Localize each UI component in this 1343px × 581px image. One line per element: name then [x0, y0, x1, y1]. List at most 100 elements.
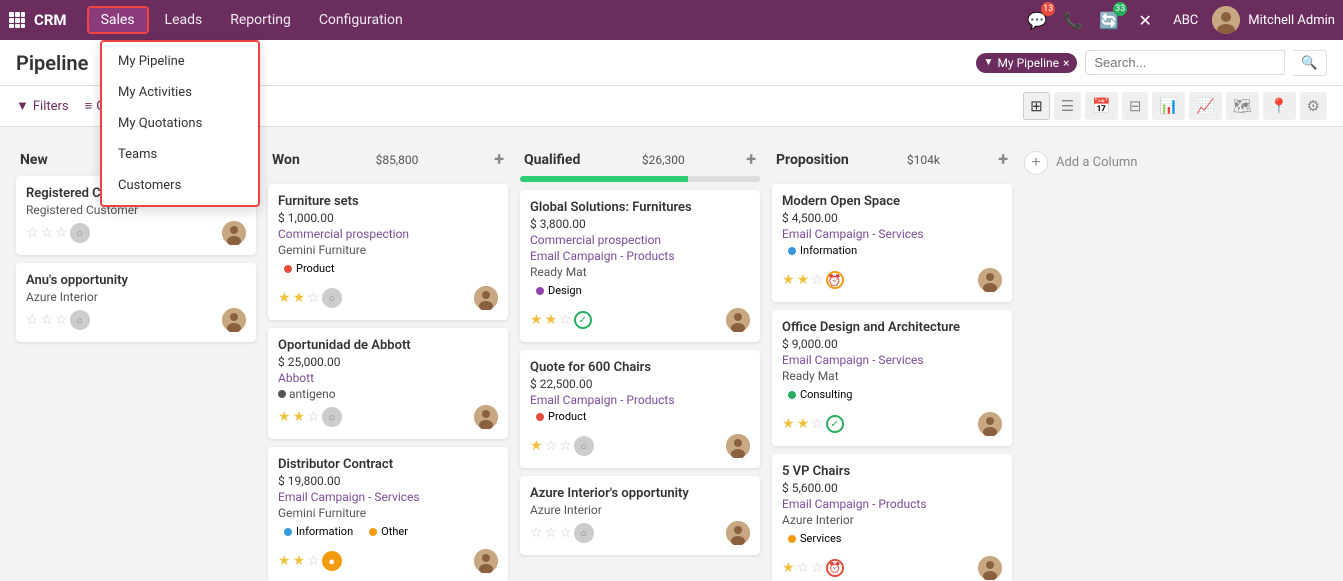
card-footer: ★ ★ ☆ ⏰ — [782, 268, 1002, 292]
column-add-qualified[interactable]: + — [746, 149, 756, 170]
card-tags: Information Other — [278, 524, 498, 545]
star-2[interactable]: ☆ — [545, 438, 558, 454]
search-input[interactable] — [1085, 50, 1285, 75]
card-sub1[interactable]: Email Campaign - Services — [278, 490, 498, 504]
star-3[interactable]: ☆ — [307, 290, 320, 306]
list-view-button[interactable]: ☰ — [1054, 92, 1081, 120]
star-3[interactable]: ☆ — [811, 272, 824, 288]
column-header-won: Won $85,800 + — [268, 143, 508, 176]
star-rating: ★ ★ ☆ ✓ — [782, 415, 844, 433]
star-1[interactable]: ★ — [782, 560, 795, 576]
star-3[interactable]: ☆ — [307, 553, 320, 569]
close-button[interactable]: ✕ — [1131, 6, 1159, 34]
star-2[interactable]: ☆ — [545, 525, 558, 541]
search-button[interactable]: 🔍 — [1293, 50, 1327, 76]
star-2[interactable]: ★ — [293, 290, 306, 306]
filters-button[interactable]: ▼ Filters — [16, 98, 69, 114]
pin-view-button[interactable]: 📍 — [1263, 92, 1296, 120]
star-2[interactable]: ★ — [797, 416, 810, 432]
column-add-proposition[interactable]: + — [998, 149, 1008, 170]
card-sub1[interactable]: Email Campaign - Products — [530, 393, 750, 407]
card-sub1[interactable]: Email Campaign - Services — [782, 227, 1002, 241]
star-1[interactable]: ★ — [278, 409, 291, 425]
star-3[interactable]: ☆ — [307, 409, 320, 425]
close-icon: ✕ — [1139, 11, 1152, 30]
dropdown-item-customers[interactable]: Customers — [102, 170, 258, 201]
card-sub1[interactable]: Commercial prospection — [278, 227, 498, 241]
settings-view-button[interactable]: ⚙ — [1300, 92, 1327, 120]
user-avatar[interactable] — [1212, 6, 1240, 34]
filter-funnel-icon: ▼ — [984, 57, 994, 68]
star-1[interactable]: ★ — [530, 438, 543, 454]
card-furniture-sets[interactable]: Furniture sets $ 1,000.00 Commercial pro… — [268, 184, 508, 320]
abc-button[interactable]: ABC — [1167, 11, 1204, 30]
star-2[interactable]: ☆ — [41, 312, 54, 328]
star-3[interactable]: ☆ — [559, 312, 572, 328]
star-2[interactable]: ★ — [293, 553, 306, 569]
nav-item-leads[interactable]: Leads — [153, 8, 215, 32]
phone-button[interactable]: 📞 — [1059, 6, 1087, 34]
card-sub1[interactable]: Email Campaign - Services — [782, 353, 1002, 367]
star-2[interactable]: ★ — [797, 272, 810, 288]
app-grid-icon[interactable] — [8, 11, 26, 29]
nav-item-sales[interactable]: Sales — [87, 6, 149, 34]
card-amount: $ 4,500.00 — [782, 211, 1002, 225]
card-distributor-contract[interactable]: Distributor Contract $ 19,800.00 Email C… — [268, 447, 508, 581]
kanban-view-button[interactable]: ⊞ — [1023, 92, 1050, 120]
bar-chart-view-button[interactable]: 📊 — [1152, 92, 1185, 120]
notifications-button[interactable]: 💬 13 — [1023, 6, 1051, 34]
filter-tag-close[interactable]: × — [1063, 56, 1069, 70]
star-1[interactable]: ★ — [782, 272, 795, 288]
star-1[interactable]: ☆ — [26, 225, 39, 241]
activities-button[interactable]: 🔄 33 — [1095, 6, 1123, 34]
card-title: Oportunidad de Abbott — [278, 338, 498, 353]
map-view-button[interactable]: 🗺 — [1226, 92, 1259, 120]
star-1[interactable]: ☆ — [530, 525, 543, 541]
card-title: Global Solutions: Furnitures — [530, 200, 750, 215]
star-2[interactable]: ★ — [293, 409, 306, 425]
star-rating: ☆ ☆ ☆ ○ — [26, 223, 90, 243]
add-column-label[interactable]: Add a Column — [1056, 151, 1137, 170]
dropdown-item-my-quotations[interactable]: My Quotations — [102, 108, 258, 139]
dropdown-item-my-activities[interactable]: My Activities — [102, 77, 258, 108]
add-column-button[interactable]: + — [1024, 151, 1048, 175]
star-1[interactable]: ☆ — [26, 312, 39, 328]
dropdown-item-teams[interactable]: Teams — [102, 139, 258, 170]
star-1[interactable]: ★ — [530, 312, 543, 328]
card-global-solutions[interactable]: Global Solutions: Furnitures $ 3,800.00 … — [520, 190, 760, 342]
line-chart-view-button[interactable]: 📈 — [1189, 92, 1222, 120]
card-avatar — [978, 556, 1002, 580]
table-view-button[interactable]: ⊟ — [1122, 92, 1149, 120]
card-sub2[interactable]: Email Campaign - Products — [530, 249, 750, 263]
star-1[interactable]: ★ — [782, 416, 795, 432]
calendar-view-button[interactable]: 📅 — [1085, 92, 1118, 120]
card-quote-600-chairs[interactable]: Quote for 600 Chairs $ 22,500.00 Email C… — [520, 350, 760, 468]
nav-item-reporting[interactable]: Reporting — [218, 8, 303, 32]
star-2[interactable]: ★ — [545, 312, 558, 328]
tag-dot — [788, 247, 796, 255]
star-3[interactable]: ☆ — [55, 312, 68, 328]
star-3[interactable]: ☆ — [811, 560, 824, 576]
card-oportunidad-abbott[interactable]: Oportunidad de Abbott $ 25,000.00 Abbott… — [268, 328, 508, 439]
star-3[interactable]: ☆ — [559, 525, 572, 541]
card-sub1[interactable]: Abbott — [278, 371, 498, 385]
column-add-won[interactable]: + — [494, 149, 504, 170]
dropdown-item-my-pipeline[interactable]: My Pipeline — [102, 46, 258, 77]
star-3[interactable]: ☆ — [811, 416, 824, 432]
user-name[interactable]: Mitchell Admin — [1248, 13, 1335, 28]
card-modern-open-space[interactable]: Modern Open Space $ 4,500.00 Email Campa… — [772, 184, 1012, 302]
star-1[interactable]: ★ — [278, 290, 291, 306]
card-sub1[interactable]: Commercial prospection — [530, 233, 750, 247]
card-office-design[interactable]: Office Design and Architecture $ 9,000.0… — [772, 310, 1012, 446]
star-1[interactable]: ★ — [278, 553, 291, 569]
nav-item-configuration[interactable]: Configuration — [307, 8, 415, 32]
column-title-qualified: Qualified — [524, 152, 580, 168]
card-5vp-chairs[interactable]: 5 VP Chairs $ 5,600.00 Email Campaign - … — [772, 454, 1012, 581]
star-3[interactable]: ☆ — [559, 438, 572, 454]
card-sub1[interactable]: Email Campaign - Products — [782, 497, 1002, 511]
star-2[interactable]: ☆ — [797, 560, 810, 576]
card-azure-interior-opportunity[interactable]: Azure Interior's opportunity Azure Inter… — [520, 476, 760, 555]
card-anu-opportunity[interactable]: Anu's opportunity Azure Interior ☆ ☆ ☆ ○ — [16, 263, 256, 342]
star-3[interactable]: ☆ — [55, 225, 68, 241]
star-2[interactable]: ☆ — [41, 225, 54, 241]
